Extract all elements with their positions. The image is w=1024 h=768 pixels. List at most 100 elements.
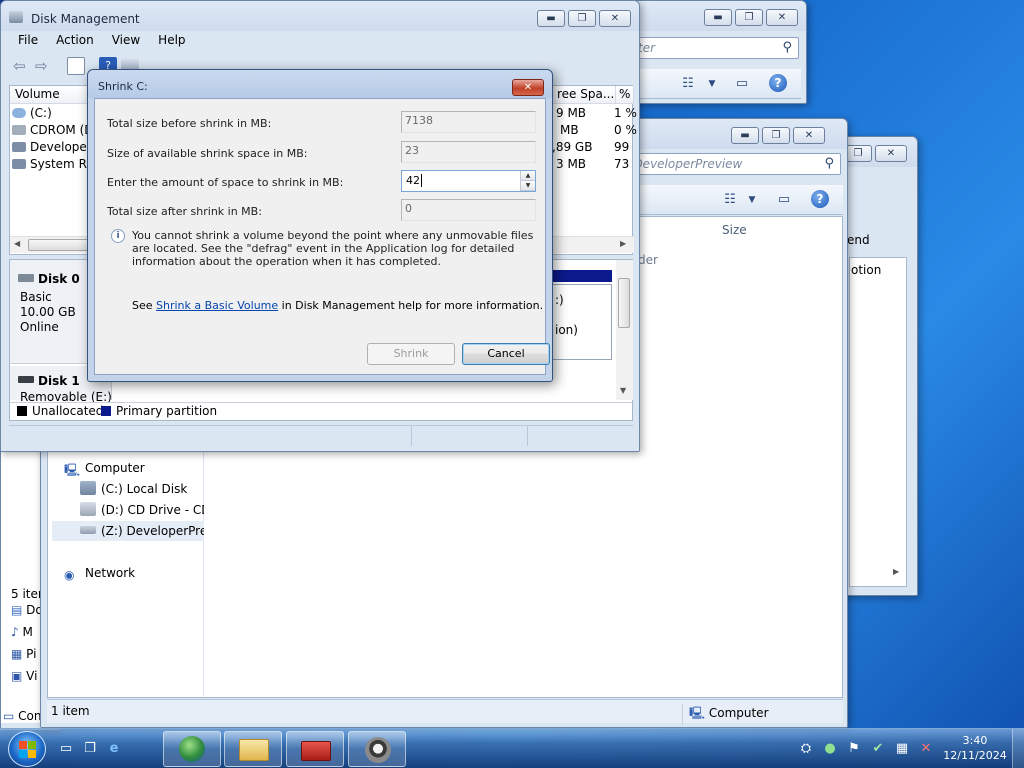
console-tree-icon[interactable] [67, 57, 85, 75]
close-button[interactable]: ✕ [512, 79, 544, 96]
start-button[interactable] [8, 731, 46, 767]
preview-pane-icon[interactable]: ▭ [775, 191, 793, 209]
status-divider [411, 426, 412, 446]
shrink-amount-input[interactable]: 42 ▲ ▼ [401, 170, 536, 192]
nav-d-drive[interactable]: (D:) CD Drive - CDR [80, 500, 219, 520]
volume-icon [12, 125, 26, 135]
pct-free-cell: 1 % [614, 106, 637, 120]
tray-shield-icon[interactable]: ✔ [870, 741, 886, 757]
menu-help[interactable]: Help [149, 31, 194, 51]
nav-network[interactable]: ◉ Network [64, 563, 135, 583]
scroll-right-arrow[interactable]: ▶ [620, 239, 626, 248]
help-icon[interactable]: ? [811, 190, 829, 208]
shrink-button[interactable]: Shrink [367, 343, 455, 365]
clock[interactable]: 3:40 12/11/2024 [942, 733, 1008, 763]
scroll-thumb[interactable] [618, 278, 630, 328]
help-suffix: in Disk Management help for more informa… [278, 299, 544, 312]
scroll-down-arrow[interactable]: ▼ [620, 386, 626, 395]
volume-muted-icon[interactable]: ✕ [918, 741, 934, 757]
partition-text: :) [555, 293, 564, 307]
legend-swatch-primary [101, 406, 111, 416]
nav-c-drive[interactable]: (C:) Local Disk [80, 479, 187, 499]
volume-row[interactable]: (C:) [12, 106, 52, 123]
nav-z-drive[interactable]: (Z:) DeveloperPrevi [52, 521, 204, 541]
quantity-stepper[interactable]: ▲ ▼ [520, 171, 535, 191]
menu-action[interactable]: Action [47, 31, 103, 51]
tray-network-status-icon[interactable]: ▦ [894, 741, 910, 757]
nav-fragment: ▤ Do [11, 603, 43, 617]
close-button[interactable]: ✕ [766, 9, 798, 26]
maximize-button[interactable]: ❐ [844, 145, 872, 162]
label-available-space: Size of available shrink space in MB: [107, 147, 308, 160]
window-controls: ▬ ❐ ✕ [731, 127, 825, 144]
help-icon[interactable]: ? [769, 74, 787, 92]
spin-down-icon[interactable]: ▼ [521, 181, 535, 191]
maximize-button[interactable]: ❐ [735, 9, 763, 26]
ie-icon[interactable]: e [106, 741, 122, 757]
partition-block[interactable]: :) ion) [550, 284, 612, 360]
show-desktop-quicklaunch-icon[interactable]: ▭ [58, 741, 74, 757]
column-header-size[interactable]: Size [722, 223, 747, 237]
volume-icon [12, 142, 26, 152]
taskbar-app-explorer[interactable] [224, 731, 282, 767]
disk0-label: Disk 0 [38, 272, 80, 286]
show-desktop-button[interactable] [1012, 729, 1024, 768]
column-header-free-space[interactable]: ree Spa... [552, 86, 616, 104]
minimize-button[interactable]: ▬ [537, 10, 565, 27]
action-center-flag-icon[interactable]: ⚑ [846, 741, 862, 757]
scroll-right-arrow[interactable]: ▶ [893, 567, 899, 576]
partition-text: ion) [555, 323, 578, 337]
taskbar: ▭ ❐ e ⛭ ● ⚑ ✔ ▦ ✕ 3:40 12/11/2024 [0, 728, 1024, 768]
raccoon-icon [365, 737, 391, 763]
taskbar-app-toolbox[interactable] [286, 731, 344, 767]
taskbar-app-raccoon[interactable] [348, 731, 406, 767]
search-input[interactable]: ter ⚲ [631, 37, 799, 59]
volume-name: CDROM (D [30, 123, 94, 137]
free-space-cell: 3 MB [556, 157, 587, 171]
nav-fragment: ▭ Con [3, 709, 42, 723]
chevron-down-icon[interactable]: ▼ [703, 75, 721, 93]
maximize-button[interactable]: ❐ [568, 10, 596, 27]
close-button[interactable]: ✕ [793, 127, 825, 144]
menu-file[interactable]: File [9, 31, 47, 51]
chevron-down-icon[interactable]: ▼ [743, 191, 761, 209]
volume-row[interactable]: DeveloperF [12, 140, 99, 157]
local-disk-icon [80, 481, 96, 495]
nav-computer[interactable]: 🖳 Computer [64, 458, 145, 478]
column-header-pct-free[interactable]: % F [616, 86, 634, 104]
label-total-after: Total size after shrink in MB: [107, 205, 262, 218]
close-button[interactable]: ✕ [599, 10, 631, 27]
menu-bar: File Action View Help [9, 31, 195, 51]
partition-header-bar [550, 270, 612, 282]
disk-icon [18, 376, 34, 383]
scroll-left-arrow[interactable]: ◀ [14, 239, 20, 248]
minimize-button[interactable]: ▬ [704, 9, 732, 26]
forward-icon[interactable]: ⇨ [35, 57, 53, 75]
switch-windows-icon[interactable]: ❐ [82, 741, 98, 757]
disk0-type: Basic [20, 290, 52, 304]
clock-time: 3:40 [962, 734, 988, 747]
info-icon: i [111, 229, 125, 243]
tray-network-share-icon[interactable]: ⛭ [798, 741, 814, 757]
cd-drive-icon [80, 502, 96, 516]
nav-text: Con [18, 709, 42, 723]
help-link[interactable]: Shrink a Basic Volume [156, 299, 278, 312]
vertical-scrollbar[interactable]: ▼ [616, 260, 633, 400]
minimize-button[interactable]: ▬ [731, 127, 759, 144]
back-icon[interactable]: ⇦ [13, 57, 31, 75]
taskbar-app-network[interactable] [163, 731, 221, 767]
tray-network-icon[interactable]: ● [822, 741, 838, 757]
app-icon [9, 11, 23, 23]
cancel-button[interactable]: Cancel [462, 343, 550, 365]
preview-pane-icon[interactable]: ▭ [733, 75, 751, 93]
views-icon[interactable]: ☷ [679, 75, 697, 93]
volume-row[interactable]: CDROM (D [12, 123, 94, 140]
column-header-volume[interactable]: Volume [10, 86, 90, 104]
spin-up-icon[interactable]: ▲ [521, 171, 535, 181]
menu-view[interactable]: View [103, 31, 149, 51]
views-icon[interactable]: ☷ [721, 191, 739, 209]
close-button[interactable]: ✕ [875, 145, 907, 162]
disk-icon [18, 274, 34, 282]
window-controls: ▬ ❐ ✕ [537, 10, 631, 27]
maximize-button[interactable]: ❐ [762, 127, 790, 144]
